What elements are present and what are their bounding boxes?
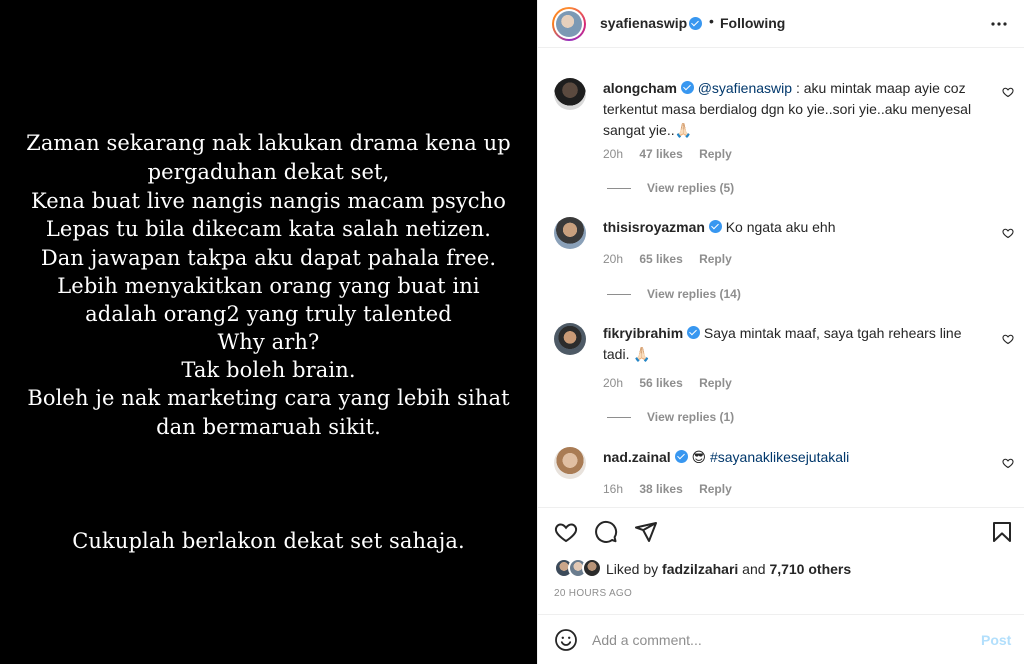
liked-by-others[interactable]: 7,710 others [769,561,851,577]
comment-mention[interactable]: @syafienaswip [698,80,792,96]
replies-divider [607,188,631,190]
replies-divider [607,417,631,419]
commenter-username[interactable]: fikryibrahim [603,325,683,341]
liked-by-prefix: Liked by [606,561,663,577]
header-separator: • [709,13,714,29]
view-replies-label: View replies (1) [647,410,735,424]
comment-meta: 20h 47 likes Reply [603,147,745,161]
commenter-username[interactable]: alongcham [603,80,677,96]
bookmark-icon[interactable] [990,520,1014,544]
comment-like-heart-icon[interactable] [1002,227,1014,239]
comment-likes[interactable]: 47 likes [639,147,682,161]
post-text-line: adalah orang2 yang truly talented [85,302,452,326]
comment-time: 16h [603,482,624,496]
post-text-line: Why arh? [217,330,320,354]
post-text-line: Lepas tu bila dikecam kata salah netizen… [45,217,492,241]
comment-text: alongcham @syafienaswip : aku mintak maa… [603,78,983,141]
verified-badge-icon [687,326,701,339]
post-text-line: Cukuplah berlakon dekat set sahaja. [72,529,465,553]
commenter-username[interactable]: nad.zainal [603,449,671,465]
liker-avatar[interactable] [582,558,602,578]
verified-badge-icon [674,450,688,463]
liked-by-middle: and [738,561,770,577]
commenter-avatar[interactable] [554,323,586,355]
add-comment-bar: Post [538,614,1024,664]
post-timestamp[interactable]: 20 HOURS AGO [554,588,632,599]
comment-time: 20h [603,147,624,161]
commenter-avatar[interactable] [554,217,586,249]
post-header: syafienaswip • Following [538,0,1024,48]
view-replies-button[interactable]: View replies (1) [607,410,734,424]
comment-meta: 20h 56 likes Reply [603,376,745,390]
following-button[interactable]: Following [720,15,785,31]
post-text-line: Boleh je nak marketing cara yang lebih s… [27,386,510,410]
comment-reply-button[interactable]: Reply [699,252,732,266]
view-replies-label: View replies (5) [647,181,735,195]
view-replies-label: View replies (14) [647,287,741,301]
post-image: Zaman sekarang nak lakukan drama kena up… [0,0,537,664]
post-text-line: Dan jawapan takpa aku dapat pahala free. [40,246,497,270]
comment-like-heart-icon[interactable] [1002,86,1014,98]
comment-reply-button[interactable]: Reply [699,147,732,161]
comment-text: fikryibrahim Saya mintak maaf, saya tgah… [603,323,983,365]
verified-badge-icon [689,17,702,30]
post-sidebar: syafienaswip • Following alongcham @syaf… [537,0,1024,664]
emoji-icon[interactable] [554,628,578,652]
view-replies-button[interactable]: View replies (14) [607,287,741,301]
comment-time: 20h [603,376,624,390]
post-text-line: Tak boleh brain. [181,358,356,382]
heart-icon[interactable] [554,520,578,544]
verified-badge-icon [680,81,694,94]
verified-badge-icon [708,220,722,233]
send-icon[interactable] [634,520,658,544]
post-text-line: Kena buat live nangis nangis macam psych… [30,189,507,213]
commenter-avatar[interactable] [554,447,586,479]
comment-likes[interactable]: 38 likes [639,482,682,496]
liked-by-text: Liked by fadzilzahari and 7,710 others [606,561,851,577]
comment-hashtag[interactable]: #sayanaklikesejutakali [710,449,849,465]
post-text-line: Zaman sekarang nak lakukan drama kena up [26,131,511,155]
commenter-username[interactable]: thisisroyazman [603,219,705,235]
comment-meta: 20h 65 likes Reply [603,252,745,266]
post-text-line: Lebih menyakitkan orang yang buat ini [57,274,480,298]
comment-like-heart-icon[interactable] [1002,333,1014,345]
comment-input[interactable] [592,628,972,652]
view-replies-button[interactable]: View replies (5) [607,181,734,195]
post-text-line: dan bermaruah sikit. [156,415,381,439]
comment-time: 20h [603,252,624,266]
comment-body: Ko ngata aku ehh [725,219,836,235]
comment-emoji: 😎 [691,449,707,465]
author-username[interactable]: syafienaswip [600,15,687,31]
comment-meta: 16h 38 likes Reply [603,482,745,496]
author-avatar[interactable] [552,7,586,41]
comment-likes[interactable]: 65 likes [639,252,682,266]
comment-reply-button[interactable]: Reply [699,482,732,496]
comment-icon[interactable] [594,520,618,544]
comment-reply-button[interactable]: Reply [699,376,732,390]
more-horizontal-icon[interactable] [990,17,1008,31]
comment-likes[interactable]: 56 likes [639,376,682,390]
post-comment-button[interactable]: Post [981,632,1011,648]
comment-like-heart-icon[interactable] [1002,457,1014,469]
post-text-line: pergaduhan dekat set, [147,160,390,184]
liked-by-user[interactable]: fadzilzahari [662,561,738,577]
replies-divider [607,294,631,296]
commenter-avatar[interactable] [554,78,586,110]
comment-text: nad.zainal 😎 #sayanaklikesejutakali [603,447,983,468]
comment-text: thisisroyazman Ko ngata aku ehh [603,217,983,238]
